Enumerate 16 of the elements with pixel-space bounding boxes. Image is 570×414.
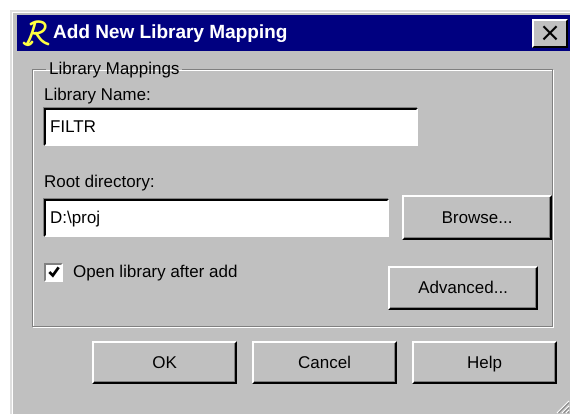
- dialog-button[interactable]: OK: [92, 341, 237, 384]
- dialog-button[interactable]: Help: [412, 341, 557, 384]
- field-label: Library Name:: [44, 85, 152, 105]
- field-label: Root directory:: [44, 172, 156, 192]
- advanced-button[interactable]: Advanced...: [388, 266, 538, 310]
- dialog-button[interactable]: Cancel: [252, 341, 397, 384]
- window-title: Add New Library Mapping: [53, 22, 288, 44]
- resize-grip-icon: [554, 398, 570, 414]
- group-title: Library Mappings: [48, 59, 180, 79]
- script-letter-icon: [21, 18, 51, 48]
- input-field[interactable]: FILTR: [44, 108, 418, 146]
- close-button[interactable]: ×: [532, 18, 568, 48]
- browse-button[interactable]: Browse...: [402, 195, 552, 240]
- checkbox-label: Open library after add: [73, 262, 238, 282]
- checkbox[interactable]: [44, 262, 63, 282]
- input-field[interactable]: D:\proj: [44, 198, 389, 236]
